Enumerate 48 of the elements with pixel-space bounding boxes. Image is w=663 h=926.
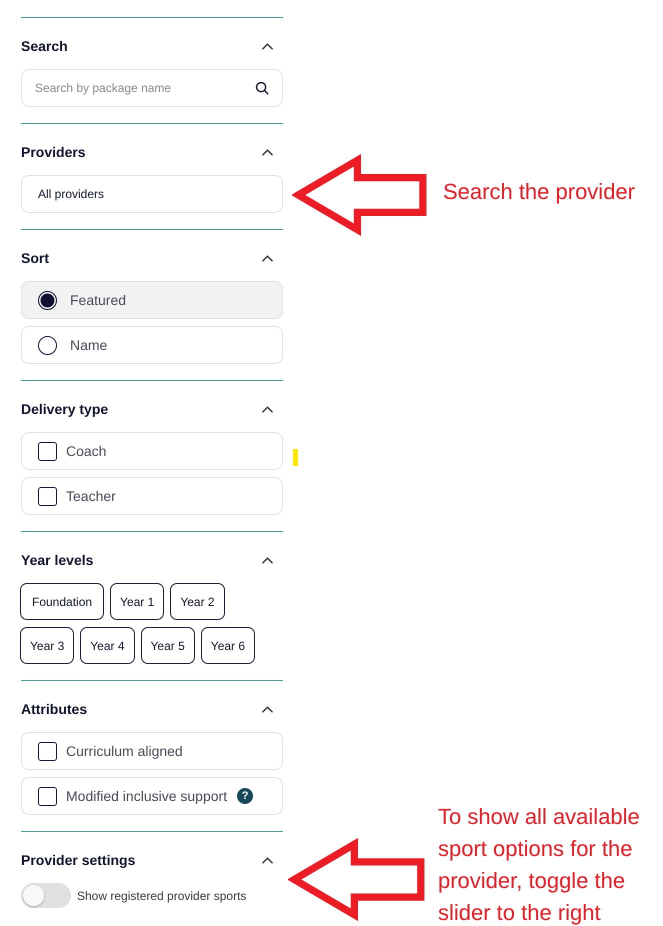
sort-option[interactable]: Name xyxy=(21,326,283,364)
chevron-icon[interactable] xyxy=(262,706,273,712)
chevron-icon[interactable] xyxy=(262,148,273,156)
chevron-icon[interactable] xyxy=(262,254,273,262)
callout-text: To show all available sport options for the provider, toggle the slider to the right xyxy=(438,803,641,926)
toggle-label: Show registered provider sports xyxy=(77,888,246,902)
option-label: Featured xyxy=(70,292,126,308)
highlight-mark xyxy=(293,449,298,466)
chevron-icon[interactable] xyxy=(262,42,273,50)
checkbox-option[interactable]: Modified inclusive support ? xyxy=(21,777,283,815)
provider-select[interactable]: All providers xyxy=(21,175,283,213)
year-chip[interactable]: Year 6 xyxy=(200,627,256,664)
callout-text: Search the provider xyxy=(443,178,635,206)
chevron-icon[interactable] xyxy=(262,556,273,564)
option-label: Coach xyxy=(66,443,106,459)
section-title: Delivery type xyxy=(21,401,108,417)
section-title: Sort xyxy=(21,250,49,266)
chevron-icon[interactable] xyxy=(262,406,273,412)
sort-option[interactable]: Featured xyxy=(21,281,283,319)
checkbox-icon[interactable] xyxy=(38,742,57,760)
checkbox-option[interactable]: Coach xyxy=(21,432,283,470)
section-title: Search xyxy=(21,38,68,54)
checkbox-icon[interactable] xyxy=(38,442,57,460)
toggle-switch[interactable] xyxy=(21,883,71,908)
option-label: Teacher xyxy=(66,488,116,504)
option-label: Modified inclusive support xyxy=(66,788,228,804)
section-title: Attributes xyxy=(21,701,88,717)
year-chip[interactable]: Year 3 xyxy=(20,627,74,664)
radio-icon[interactable] xyxy=(38,290,57,310)
year-chip[interactable]: Foundation xyxy=(20,583,104,620)
help-icon[interactable]: ? xyxy=(237,788,254,804)
year-chip[interactable]: Year 1 xyxy=(110,583,164,620)
option-label: Curriculum aligned xyxy=(66,743,183,759)
section-title: Providers xyxy=(21,144,86,160)
search-icon[interactable] xyxy=(255,81,269,95)
year-chip[interactable]: Year 4 xyxy=(80,627,135,664)
checkbox-option[interactable]: Curriculum aligned xyxy=(21,732,283,770)
section-title: Provider settings xyxy=(21,852,136,868)
section-title: Year levels xyxy=(21,552,94,568)
option-label: Name xyxy=(70,337,108,353)
year-chip[interactable]: Year 5 xyxy=(140,627,195,664)
search-field[interactable]: Search by package name xyxy=(21,69,283,107)
checkbox-icon[interactable] xyxy=(38,786,57,806)
radio-icon[interactable] xyxy=(38,336,57,354)
checkbox-icon[interactable] xyxy=(38,486,57,506)
year-chip[interactable]: Year 2 xyxy=(170,583,225,620)
checkbox-option[interactable]: Teacher xyxy=(21,477,283,515)
chevron-icon[interactable] xyxy=(262,856,273,864)
